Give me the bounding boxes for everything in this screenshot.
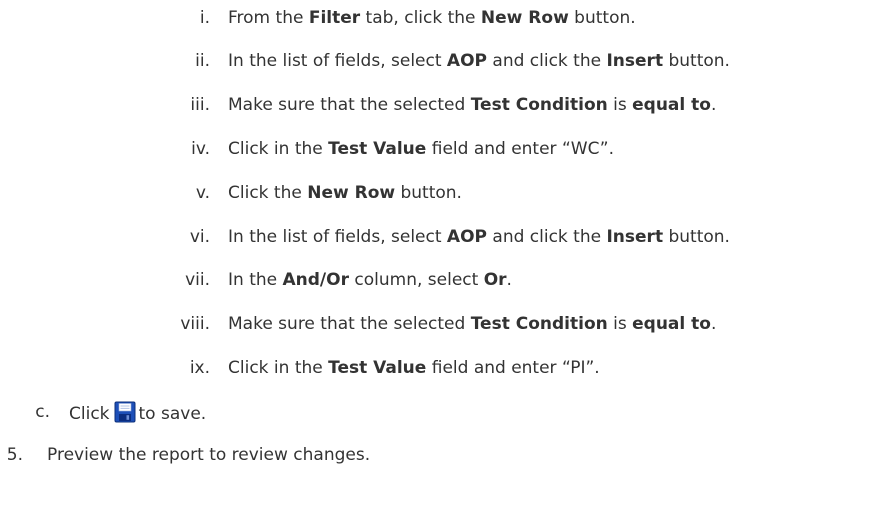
- substep-numeral: iii.: [190, 95, 210, 115]
- text-run: is: [607, 95, 633, 115]
- step-c-text-after: to save.: [138, 404, 207, 424]
- substep-iv: iv. Click in the Test Value field and en…: [0, 138, 879, 160]
- substep-viii: viii. Make sure that the selected Test C…: [0, 313, 879, 335]
- text-run: .: [710, 95, 717, 115]
- bold-term: AOP: [446, 227, 487, 247]
- bold-term: Filter: [308, 8, 361, 28]
- substep-v: v. Click the New Row button.: [0, 182, 879, 204]
- step-c-text-before: Click: [69, 404, 110, 424]
- bold-term: AOP: [446, 51, 487, 71]
- bold-term: Test Value: [328, 139, 427, 159]
- text-run: .: [506, 270, 512, 290]
- text-run: column, select: [348, 270, 484, 290]
- bold-term: Or: [483, 270, 507, 290]
- substep-numeral: ix.: [189, 358, 210, 378]
- bold-term: Insert: [606, 227, 664, 247]
- text-run: From the: [228, 8, 309, 28]
- substep-ix: ix. Click in the Test Value field and en…: [0, 357, 879, 379]
- substep-text: Click the New Row button.: [228, 182, 462, 204]
- step-c-text: Click to save.: [69, 401, 206, 425]
- save-icon: [114, 401, 136, 423]
- substep-iii: iii. Make sure that the selected Test Co…: [0, 94, 879, 116]
- step-letter: c.: [35, 402, 50, 422]
- text-run: is: [607, 314, 633, 334]
- text-run: button.: [395, 183, 462, 203]
- substep-numeral: viii.: [180, 314, 210, 334]
- substep-ii: ii. In the list of fields, select AOP an…: [0, 50, 879, 72]
- substep-text: Make sure that the selected Test Conditi…: [228, 94, 716, 116]
- bold-term: And/Or: [282, 270, 349, 290]
- text-run: field and enter “PI”.: [426, 358, 600, 378]
- bold-term: New Row: [480, 8, 569, 28]
- bold-term: equal to: [632, 314, 711, 334]
- text-run: Click in the: [228, 139, 329, 159]
- substep-numeral: i.: [199, 8, 210, 28]
- step-number: 5.: [6, 445, 23, 465]
- text-run: tab, click the: [360, 8, 481, 28]
- text-run: field and enter “WC”.: [426, 139, 614, 159]
- text-run: In the: [228, 270, 283, 290]
- substep-numeral: vii.: [185, 270, 210, 290]
- bold-term: equal to: [632, 95, 711, 115]
- text-run: button.: [568, 8, 636, 28]
- text-run: In the list of fields, select: [228, 227, 447, 247]
- step-c: c. Click to save.: [0, 401, 879, 425]
- bold-term: Test Value: [328, 358, 427, 378]
- text-run: button.: [663, 51, 730, 71]
- substep-text: From the Filter tab, click the New Row b…: [228, 7, 636, 29]
- text-run: button.: [663, 227, 730, 247]
- substep-text: In the list of fields, select AOP and cl…: [228, 50, 730, 72]
- bold-term: Test Condition: [470, 95, 608, 115]
- substep-text: Click in the Test Value field and enter …: [228, 357, 600, 379]
- substep-text: Click in the Test Value field and enter …: [228, 138, 614, 160]
- bold-term: Insert: [606, 51, 664, 71]
- substep-text: Make sure that the selected Test Conditi…: [228, 313, 716, 335]
- bold-term: Test Condition: [470, 314, 608, 334]
- text-run: and click the: [487, 227, 607, 247]
- substep-numeral: iv.: [191, 139, 210, 159]
- text-run: Click the: [228, 183, 308, 203]
- substep-i: i. From the Filter tab, click the New Ro…: [0, 7, 879, 29]
- step-5: 5. Preview the report to review changes.: [0, 444, 879, 466]
- text-run: Make sure that the selected: [228, 314, 471, 334]
- text-run: Make sure that the selected: [228, 95, 471, 115]
- text-run: .: [710, 314, 717, 334]
- text-run: and click the: [487, 51, 607, 71]
- text-run: Click in the: [228, 358, 329, 378]
- substep-vii: vii. In the And/Or column, select Or.: [0, 269, 879, 291]
- substep-text: In the list of fields, select AOP and cl…: [228, 226, 730, 248]
- substep-numeral: vi.: [189, 227, 210, 247]
- substep-numeral: ii.: [195, 51, 210, 71]
- bold-term: New Row: [307, 183, 396, 203]
- substep-vi: vi. In the list of fields, select AOP an…: [0, 226, 879, 248]
- substep-numeral: v.: [195, 183, 210, 203]
- substep-text: In the And/Or column, select Or.: [228, 269, 512, 291]
- step-5-text: Preview the report to review changes.: [47, 445, 371, 465]
- text-run: In the list of fields, select: [228, 51, 447, 71]
